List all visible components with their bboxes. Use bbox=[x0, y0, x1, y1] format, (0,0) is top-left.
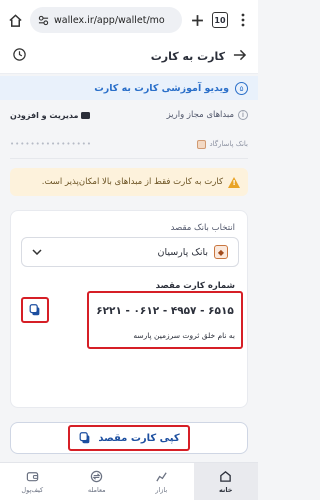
copy-icon bbox=[29, 304, 40, 316]
nav-label-trade: معامله bbox=[87, 485, 106, 494]
chevron-down-icon bbox=[32, 247, 42, 258]
copy-card-number-button[interactable] bbox=[21, 297, 49, 323]
url-text: wallex.ir/app/wallet/mo bbox=[54, 14, 165, 26]
app-header: کارت به کارت bbox=[0, 40, 258, 74]
allowed-origins-title: i مبداهای مجاز واریز bbox=[167, 110, 248, 120]
parsian-logo-icon: ◆ bbox=[214, 245, 228, 259]
bottom-navigation: خانه بازار معامله کیف‌پول bbox=[0, 462, 258, 500]
pasargad-logo-icon bbox=[197, 139, 207, 149]
site-settings-icon[interactable] bbox=[38, 11, 49, 30]
video-tutorial-link[interactable]: ویدیو آموزشی کارت به کارت ۵ bbox=[0, 76, 258, 100]
nav-label-market: بازار bbox=[155, 485, 168, 494]
select-bank-label: انتخاب بانک مقصد bbox=[170, 223, 235, 233]
video-tutorial-label: ویدیو آموزشی کارت به کارت bbox=[94, 82, 229, 94]
divider bbox=[10, 158, 248, 159]
origin-bank: بانک پاسارگاد bbox=[197, 139, 248, 149]
copy-button-label: کپی کارت مقصد bbox=[98, 432, 180, 444]
origin-card-number: •••••••••••••••• bbox=[10, 140, 93, 148]
destination-card-panel: انتخاب بانک مقصد ◆ بانک پارسیان شماره کا… bbox=[10, 210, 248, 408]
nav-item-trade[interactable]: معامله bbox=[65, 463, 130, 500]
wallet-icon bbox=[25, 470, 39, 484]
trade-icon bbox=[90, 470, 104, 484]
nav-item-wallet[interactable]: کیف‌پول bbox=[0, 463, 65, 500]
address-bar[interactable]: wallex.ir/app/wallet/mo bbox=[30, 7, 182, 33]
kebab-menu-icon[interactable] bbox=[234, 11, 252, 29]
destination-card-number: ۶۲۲۱ - ۰۶۱۲ - ۴۹۵۷ - ۶۵۱۵ bbox=[96, 305, 234, 317]
home-icon[interactable] bbox=[6, 11, 24, 29]
warning-text: کارت به کارت فقط از مبداهای بالا امکان‌پ… bbox=[41, 177, 223, 187]
info-icon[interactable]: i bbox=[238, 110, 248, 120]
allowed-origins-label: مبداهای مجاز واریز bbox=[166, 110, 234, 120]
warning-icon: ! bbox=[228, 176, 240, 188]
warning-banner: کارت به کارت فقط از مبداهای بالا امکان‌پ… bbox=[10, 168, 248, 196]
origin-bank-name: بانک پاسارگاد bbox=[209, 140, 248, 148]
manage-origins-link[interactable]: مدیریت و افزودن bbox=[10, 110, 91, 120]
nav-item-home[interactable]: خانه bbox=[193, 463, 258, 500]
plus-icon[interactable] bbox=[188, 11, 206, 29]
nav-label-home: خانه bbox=[218, 485, 233, 494]
destination-card-label: شماره کارت مقصد bbox=[155, 281, 235, 291]
copy-destination-card-button[interactable]: کپی کارت مقصد bbox=[10, 422, 248, 454]
selected-bank: ◆ بانک پارسیان bbox=[157, 245, 228, 259]
nav-label-wallet: کیف‌پول bbox=[21, 485, 44, 494]
nav-item-market[interactable]: بازار bbox=[129, 463, 194, 500]
back-arrow-icon[interactable] bbox=[233, 49, 247, 65]
browser-toolbar: wallex.ir/app/wallet/mo 10 bbox=[0, 0, 258, 40]
bank-select-dropdown[interactable]: ◆ بانک پارسیان bbox=[21, 237, 239, 267]
manage-origins-label: مدیریت و افزودن bbox=[10, 110, 79, 120]
origin-card-row: •••••••••••••••• بانک پاسارگاد bbox=[10, 136, 248, 152]
copy-button-highlight[interactable]: کپی کارت مقصد bbox=[68, 425, 190, 451]
allowed-origins-header: مدیریت و افزودن i مبداهای مجاز واریز bbox=[10, 110, 248, 120]
market-icon bbox=[154, 470, 168, 484]
copy-icon bbox=[79, 432, 90, 444]
home-icon bbox=[219, 470, 233, 484]
card-owner-name: به نام خلق ثروت سرزمین پارسه bbox=[133, 331, 235, 340]
video-number-badge: ۵ bbox=[235, 81, 248, 95]
card-icon bbox=[81, 111, 91, 119]
tabs-icon[interactable]: 10 bbox=[212, 12, 228, 28]
card-number-highlight: ۶۲۲۱ - ۰۶۱۲ - ۴۹۵۷ - ۶۵۱۵ به نام خلق ثرو… bbox=[87, 291, 243, 349]
page-title: کارت به کارت bbox=[150, 50, 225, 63]
history-icon[interactable] bbox=[12, 47, 27, 66]
selected-bank-name: بانک پارسیان bbox=[157, 246, 208, 258]
